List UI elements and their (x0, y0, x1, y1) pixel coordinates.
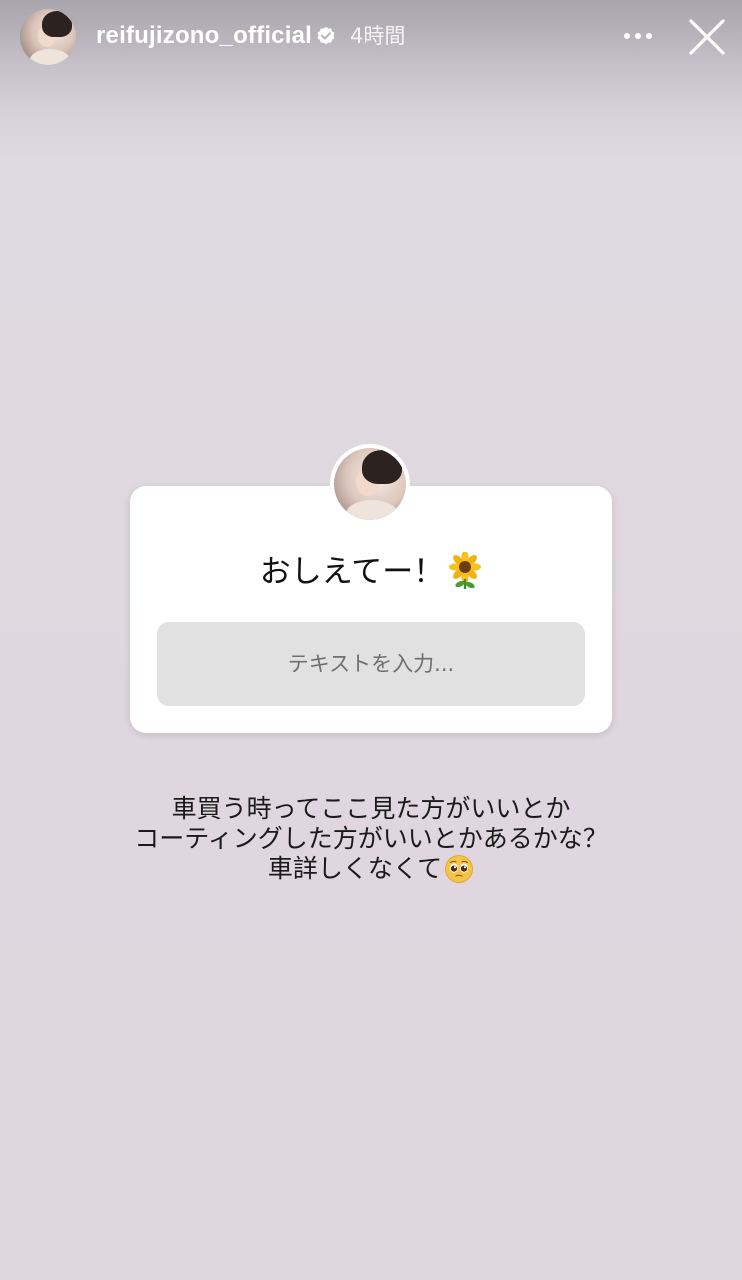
more-horizontal-icon[interactable] (620, 24, 656, 48)
caption-line-3-row: 車詳しくなくて (0, 854, 742, 886)
verified-badge-icon (317, 26, 335, 45)
pleading-face-icon (445, 854, 474, 883)
avatar-hair-shape (362, 450, 402, 484)
sunflower-icon (449, 551, 482, 589)
avatar-shoulder-shape (30, 49, 70, 65)
username[interactable]: reifujizono_official (96, 20, 312, 52)
post-time: 4時間 (350, 24, 406, 48)
avatar-hair-shape (42, 11, 72, 37)
question-text: おしえてー！ (259, 554, 445, 590)
question-sticker-avatar (330, 444, 410, 524)
caption-line-1: 車買う時ってここ見た方がいいとか (171, 794, 571, 823)
story-header: reifujizono_official 4時間 (0, 0, 742, 72)
caption-line-2: コーティングした方がいいとかあるかな？ (134, 824, 608, 853)
close-icon[interactable] (686, 16, 728, 58)
profile-avatar[interactable] (20, 9, 76, 65)
avatar-shoulder-shape (346, 500, 398, 520)
question-text-row: おしえてー！ (130, 551, 612, 593)
story-caption: 車買う時ってここ見た方がいいとか コーティングした方がいいとかあるかな？ 車詳し… (0, 794, 742, 886)
question-sticker-avatar-image (334, 448, 406, 520)
question-answer-input[interactable] (157, 622, 585, 706)
caption-line-3: 車詳しくなくて (267, 854, 443, 883)
